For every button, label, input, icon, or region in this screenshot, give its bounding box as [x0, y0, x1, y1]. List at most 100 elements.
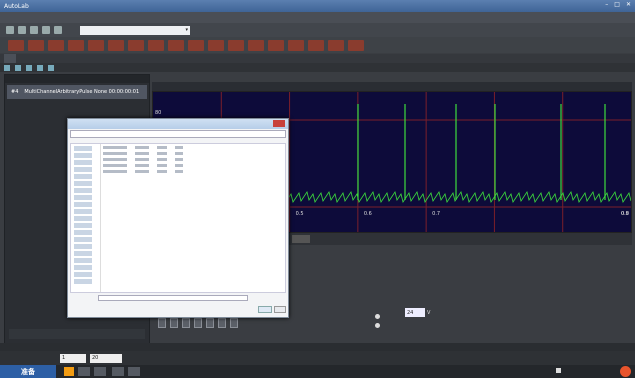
action-icon[interactable]: [68, 39, 84, 51]
file-row[interactable]: [103, 158, 283, 163]
radio-option[interactable]: [375, 323, 380, 328]
action-icon[interactable]: [228, 39, 244, 51]
step-button[interactable]: [112, 367, 124, 376]
nav-item[interactable]: [74, 188, 92, 193]
action-icon[interactable]: [168, 39, 184, 51]
info-icon[interactable]: [54, 26, 62, 34]
x-tick-label: 0.9: [621, 211, 629, 217]
voltage-input-row: 24 V: [405, 308, 430, 317]
file-cell: [175, 152, 183, 155]
minimize-icon[interactable]: –: [605, 1, 608, 8]
toolbar-actions: [0, 37, 635, 53]
nav-item[interactable]: [74, 181, 92, 186]
step-button[interactable]: [78, 367, 90, 376]
nav-item[interactable]: [74, 265, 92, 270]
file-cell: [157, 152, 167, 155]
radio-dot[interactable]: [375, 323, 380, 328]
chart-control[interactable]: [292, 235, 310, 243]
action-button[interactable]: [170, 318, 178, 328]
nav-item[interactable]: [74, 160, 92, 165]
action-icon[interactable]: [8, 39, 24, 51]
file-row[interactable]: [103, 164, 283, 169]
radio-dot[interactable]: [375, 314, 380, 319]
instrument-select[interactable]: ▾: [80, 25, 190, 35]
action-icon[interactable]: [48, 39, 64, 51]
checkbox-box[interactable]: [556, 368, 561, 373]
dialog-address-bar[interactable]: [70, 130, 286, 138]
nav-item[interactable]: [74, 230, 92, 235]
action-icon[interactable]: [188, 39, 204, 51]
action-icon[interactable]: [208, 39, 224, 51]
nav-item[interactable]: [74, 244, 92, 249]
nav-item[interactable]: [74, 272, 92, 277]
file-row[interactable]: [103, 146, 283, 151]
tab-document[interactable]: [4, 54, 16, 63]
action-icon[interactable]: [248, 39, 264, 51]
file-cell: [175, 170, 183, 173]
nav-item[interactable]: [74, 223, 92, 228]
voltage-input[interactable]: 24: [405, 308, 425, 317]
file-row[interactable]: [103, 152, 283, 157]
step-button[interactable]: [94, 367, 106, 376]
nav-item[interactable]: [74, 202, 92, 207]
stop-icon[interactable]: [620, 366, 631, 377]
action-button[interactable]: [218, 318, 226, 328]
tool-icon[interactable]: [26, 64, 32, 71]
action-button[interactable]: [206, 318, 214, 328]
close-icon[interactable]: ✕: [626, 1, 631, 8]
step-button[interactable]: [128, 367, 140, 376]
action-icon[interactable]: [128, 39, 144, 51]
filename-input[interactable]: [98, 295, 248, 301]
action-icon[interactable]: [268, 39, 284, 51]
nav-item[interactable]: [74, 153, 92, 158]
file-cell: [135, 170, 149, 173]
save-icon[interactable]: [30, 26, 38, 34]
nav-item[interactable]: [74, 195, 92, 200]
action-icon[interactable]: [348, 39, 364, 51]
action-button[interactable]: [158, 318, 166, 328]
action-icon[interactable]: [328, 39, 344, 51]
action-icon[interactable]: [288, 39, 304, 51]
file-cell: [175, 164, 183, 167]
nav-item[interactable]: [74, 216, 92, 221]
nav-item[interactable]: [74, 174, 92, 179]
nav-item[interactable]: [74, 258, 92, 263]
nav-item[interactable]: [74, 167, 92, 172]
play-icon[interactable]: [64, 367, 74, 376]
nav-item[interactable]: [74, 251, 92, 256]
file-cell: [135, 158, 149, 161]
panel-footer-button[interactable]: [9, 329, 145, 339]
sequence-row[interactable]: #4 MultiChannelArbitraryPulse None 00:00…: [7, 85, 147, 99]
tool-icon[interactable]: [4, 64, 10, 71]
toolbar-main: ▾: [0, 23, 635, 37]
status-field[interactable]: 20: [90, 353, 122, 363]
close-icon[interactable]: [273, 120, 285, 127]
nav-item[interactable]: [74, 209, 92, 214]
open-button[interactable]: [258, 306, 272, 313]
tool-icon[interactable]: [15, 64, 21, 71]
radio-option[interactable]: [375, 314, 380, 319]
tool-icon[interactable]: [37, 64, 43, 71]
file-cell: [157, 170, 167, 173]
action-icon[interactable]: [308, 39, 324, 51]
nav-item[interactable]: [74, 146, 92, 151]
action-icon[interactable]: [108, 39, 124, 51]
action-button[interactable]: [182, 318, 190, 328]
action-button[interactable]: [194, 318, 202, 328]
window-controls: – □ ✕: [605, 1, 631, 8]
option-checkbox[interactable]: [556, 368, 561, 373]
cancel-button[interactable]: [274, 306, 286, 313]
maximize-icon[interactable]: □: [614, 1, 620, 8]
nav-item[interactable]: [74, 237, 92, 242]
action-icon[interactable]: [148, 39, 164, 51]
nav-item[interactable]: [74, 279, 92, 284]
file-row[interactable]: [103, 170, 283, 175]
new-icon[interactable]: [6, 26, 14, 34]
action-icon[interactable]: [28, 39, 44, 51]
tool-icon[interactable]: [48, 64, 54, 71]
open-icon[interactable]: [18, 26, 26, 34]
action-button[interactable]: [230, 318, 238, 328]
settings-icon[interactable]: [42, 26, 50, 34]
status-field[interactable]: 1: [60, 353, 86, 363]
action-icon[interactable]: [88, 39, 104, 51]
